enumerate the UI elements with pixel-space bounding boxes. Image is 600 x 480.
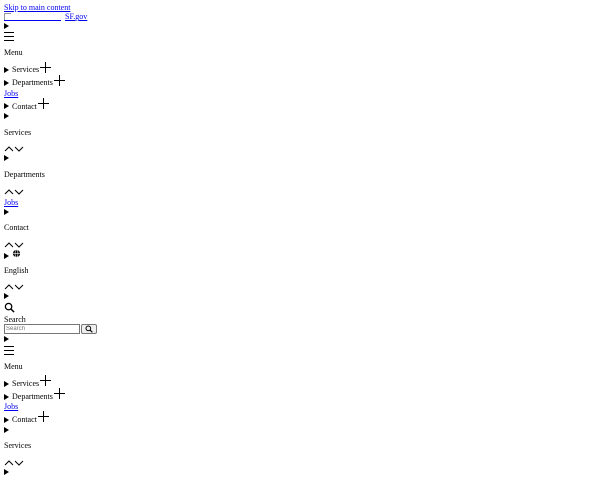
language-disclosure-toggle[interactable] bbox=[4, 249, 596, 262]
search-form bbox=[4, 323, 596, 334]
disclosure-triangle-icon bbox=[4, 293, 9, 300]
nav-item-departments-2[interactable]: Departments bbox=[4, 388, 596, 402]
menu-label-2: Menu bbox=[4, 361, 23, 371]
disclosure-triangle-icon bbox=[4, 67, 9, 74]
disclosure-triangle-icon bbox=[4, 416, 9, 423]
chevron-up-down-icon[interactable] bbox=[4, 241, 596, 250]
page: Skip to main content SF.gov Menu Service… bbox=[0, 0, 600, 476]
language-label: English bbox=[4, 265, 29, 275]
contact-disclosure-toggle[interactable] bbox=[4, 207, 596, 216]
chevron-up-down-icon[interactable] bbox=[4, 458, 596, 467]
jobs-section-link[interactable]: Jobs bbox=[4, 198, 596, 207]
services-disclosure-toggle[interactable] bbox=[4, 112, 596, 121]
disclosure-triangle-icon bbox=[4, 380, 9, 387]
search-button[interactable] bbox=[81, 323, 97, 334]
nav-item-departments[interactable]: Departments bbox=[4, 74, 596, 89]
search-input[interactable] bbox=[4, 323, 80, 334]
nav-item-jobs[interactable]: Jobs bbox=[4, 89, 596, 98]
hamburger-icon[interactable] bbox=[4, 345, 14, 355]
search-icon bbox=[85, 325, 93, 333]
hamburger-icon[interactable] bbox=[4, 32, 14, 42]
chevron-up-down-icon[interactable] bbox=[4, 145, 596, 154]
disclosure-triangle-icon bbox=[4, 103, 9, 110]
disclosure-triangle-icon bbox=[4, 336, 9, 343]
plus-icon bbox=[53, 74, 65, 86]
magnifier-icon[interactable] bbox=[4, 302, 15, 313]
nav-item-contact-label: Contact bbox=[12, 415, 37, 425]
services-section-label-2: Services bbox=[4, 441, 32, 451]
services-section-label: Services bbox=[4, 127, 32, 137]
services-disclosure-toggle-2[interactable] bbox=[4, 425, 596, 434]
chevron-up-down-icon[interactable] bbox=[4, 283, 596, 292]
departments-section-label: Departments bbox=[4, 169, 45, 179]
globe-icon bbox=[12, 249, 21, 258]
skip-to-main-link[interactable]: Skip to main content bbox=[4, 3, 70, 12]
nav-item-contact-label: Contact bbox=[12, 101, 37, 111]
menu-label: Menu bbox=[4, 48, 23, 58]
sf-gov-text-link[interactable]: SF.gov bbox=[65, 12, 87, 21]
sf-logo-image bbox=[4, 13, 61, 22]
chevron-up-down-icon[interactable] bbox=[4, 187, 596, 196]
next-disclosure-toggle[interactable] bbox=[4, 467, 596, 476]
search-label: Search bbox=[4, 314, 26, 324]
nav-item-services-label: Services bbox=[12, 378, 40, 388]
contact-section-label: Contact bbox=[4, 223, 29, 233]
disclosure-triangle-icon bbox=[4, 252, 9, 259]
menu-disclosure-toggle[interactable] bbox=[4, 21, 596, 30]
disclosure-triangle-icon bbox=[4, 22, 9, 29]
sf-gov-logo-link[interactable]: SF.gov bbox=[4, 12, 596, 22]
disclosure-triangle-icon bbox=[4, 393, 9, 400]
plus-icon bbox=[37, 411, 49, 423]
nav-item-jobs-2[interactable]: Jobs bbox=[4, 402, 596, 411]
search-disclosure-toggle[interactable] bbox=[4, 292, 596, 301]
disclosure-triangle-icon bbox=[4, 113, 9, 120]
nav-item-departments-label: Departments bbox=[12, 391, 53, 401]
disclosure-triangle-icon bbox=[4, 208, 9, 215]
disclosure-triangle-icon bbox=[4, 468, 9, 475]
nav-item-services[interactable]: Services bbox=[4, 61, 596, 76]
plus-icon bbox=[40, 61, 52, 73]
disclosure-triangle-icon bbox=[4, 80, 9, 87]
menu-disclosure-toggle-2[interactable] bbox=[4, 335, 596, 344]
nav-item-services-label: Services bbox=[12, 65, 40, 75]
nav-item-contact[interactable]: Contact bbox=[4, 97, 596, 112]
plus-icon bbox=[37, 97, 49, 109]
disclosure-triangle-icon bbox=[4, 155, 9, 162]
plus-icon bbox=[53, 388, 65, 400]
departments-disclosure-toggle[interactable] bbox=[4, 154, 596, 163]
nav-item-contact-2[interactable]: Contact bbox=[4, 411, 596, 425]
nav-item-departments-label: Departments bbox=[12, 78, 53, 88]
disclosure-triangle-icon bbox=[4, 426, 9, 433]
plus-icon bbox=[40, 375, 52, 387]
nav-item-services-2[interactable]: Services bbox=[4, 375, 596, 389]
